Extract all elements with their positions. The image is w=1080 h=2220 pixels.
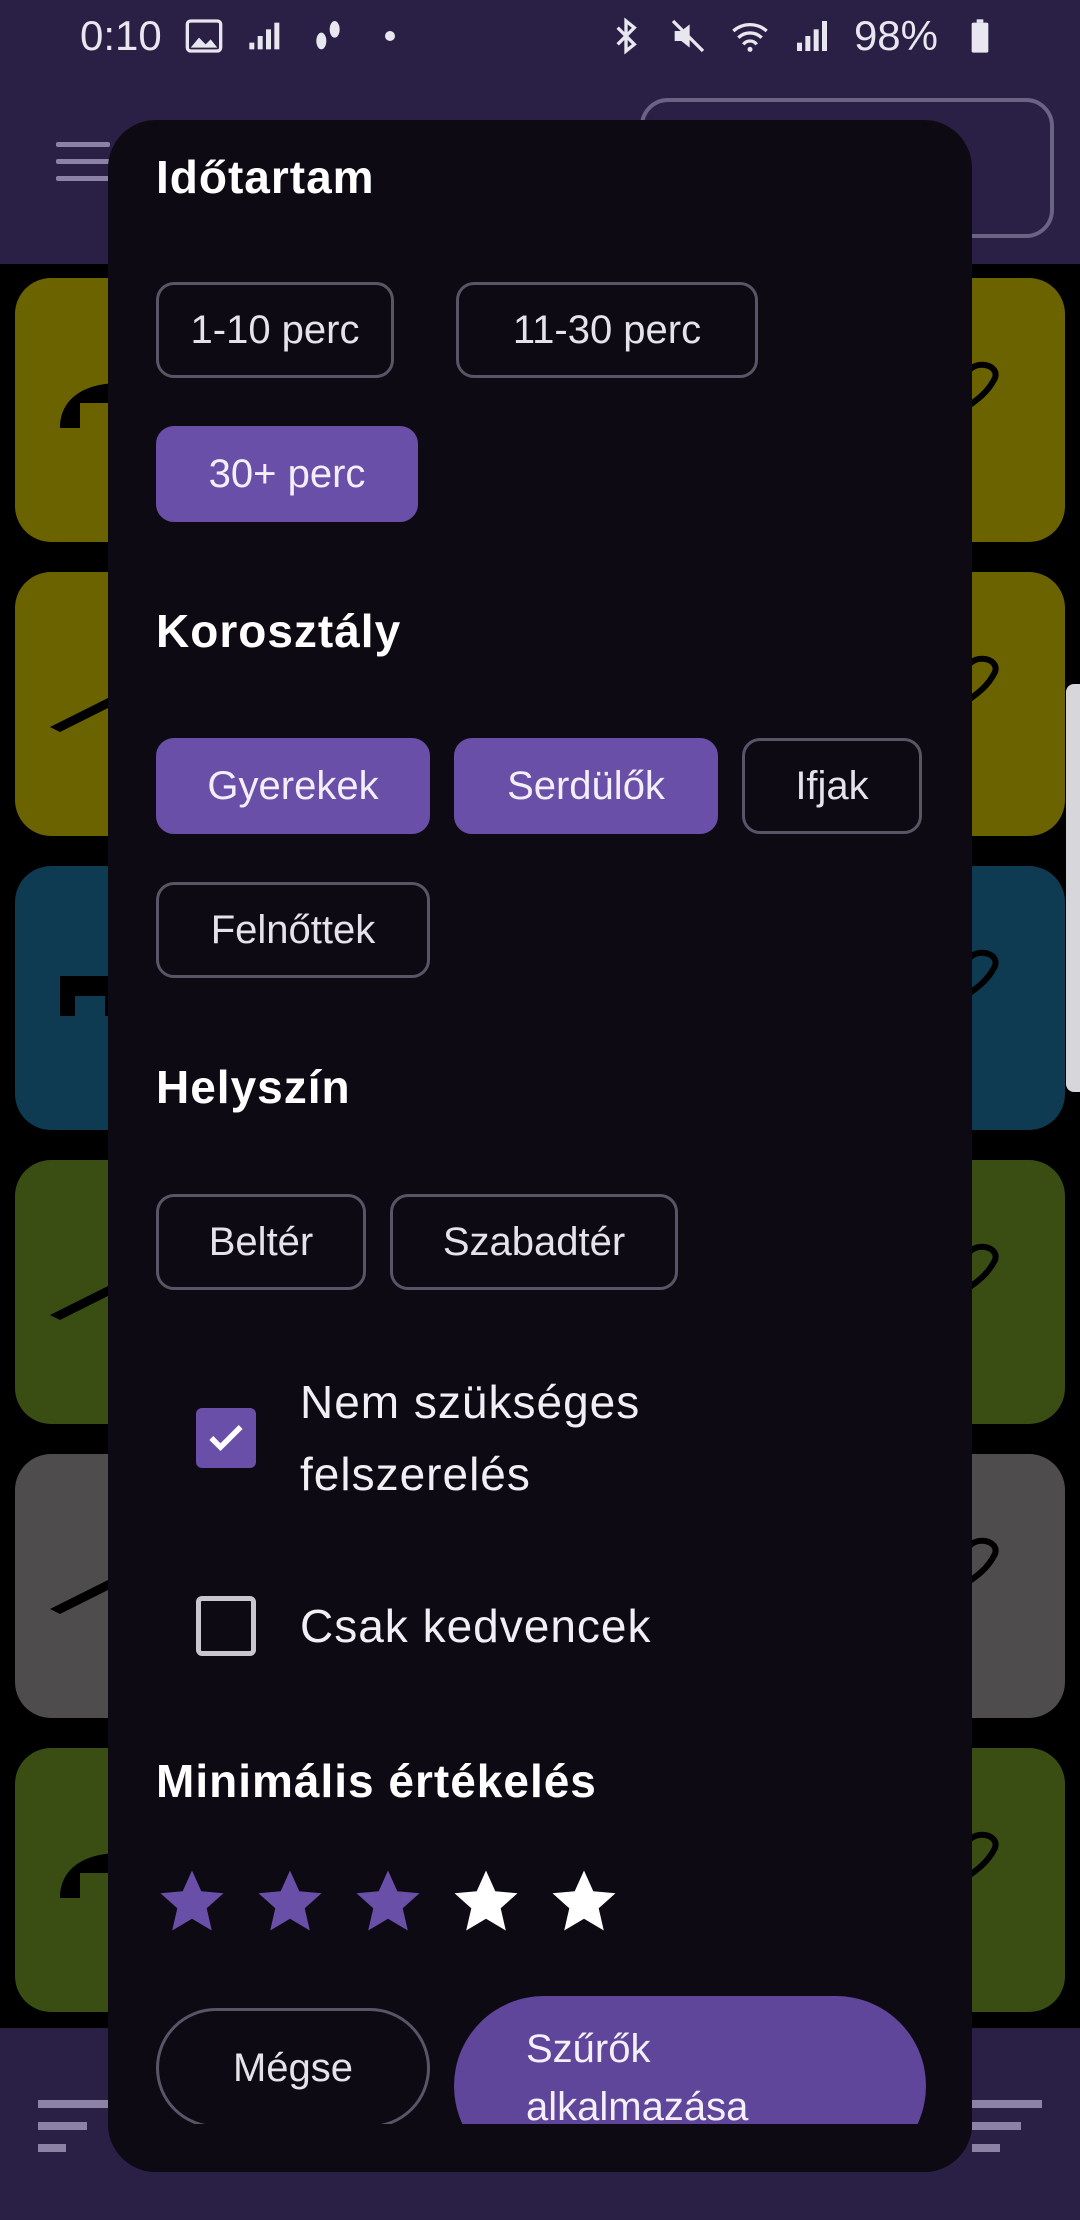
favorites-only-label: Csak kedvencek: [300, 1600, 652, 1652]
chip-age-teens[interactable]: Serdülők: [454, 738, 718, 834]
status-bar: 0:10 98%: [0, 0, 1080, 72]
bluetooth-icon: [616, 17, 637, 55]
status-left: 0:10: [80, 12, 410, 60]
chip-age-children[interactable]: Gyerekek: [156, 738, 430, 834]
star-icon[interactable]: [450, 1866, 522, 1938]
battery-icon: [971, 19, 989, 53]
star-icon[interactable]: [254, 1866, 326, 1938]
rating-heading: Minimális értékelés: [156, 1755, 597, 1807]
no-equipment-checkbox[interactable]: [196, 1408, 256, 1468]
dialog-bottom-edge: [108, 2124, 972, 2172]
star-icon[interactable]: [352, 1866, 424, 1938]
status-right: 98%: [606, 12, 1000, 60]
duration-heading: Időtartam: [156, 151, 375, 203]
chip-duration-1-10[interactable]: 1-10 perc: [156, 282, 394, 378]
battery-text: 98%: [853, 12, 938, 59]
wifi-icon: [732, 23, 768, 52]
status-time: 0:10: [80, 12, 162, 59]
scrollbar-handle[interactable]: [1066, 684, 1080, 1092]
equalizer-icon: [249, 22, 280, 50]
sort-icon[interactable]: [38, 2100, 108, 2166]
favorites-only-checkbox[interactable]: [196, 1596, 256, 1656]
chip-age-youth[interactable]: Ifjak: [742, 738, 922, 834]
dot-icon: [384, 31, 395, 41]
menu-icon[interactable]: [56, 142, 110, 186]
no-equipment-label: Nem szükséges felszerelés: [300, 1376, 641, 1500]
chip-age-adults[interactable]: Felnőttek: [156, 882, 430, 978]
signal-icon: [796, 21, 827, 51]
favorites-only-option[interactable]: Csak kedvencek: [196, 1590, 652, 1662]
star-icon[interactable]: [548, 1866, 620, 1938]
apply-filters-button[interactable]: Szűrők alkalmazása: [454, 1996, 926, 2124]
check-icon: [209, 1425, 243, 1452]
cancel-button[interactable]: Mégse: [156, 2008, 430, 2124]
image-icon: [185, 19, 223, 53]
filter-icon[interactable]: [972, 2100, 1042, 2166]
chip-location-outdoor[interactable]: Szabadtér: [390, 1194, 678, 1290]
rating-stars: [156, 1866, 620, 1938]
filter-dialog-content[interactable]: Időtartam 1-10 perc 11-30 perc 30+ perc …: [108, 120, 972, 2124]
mute-icon: [671, 19, 705, 53]
location-heading: Helyszín: [156, 1061, 351, 1113]
filter-dialog: Időtartam 1-10 perc 11-30 perc 30+ perc …: [108, 120, 972, 2172]
chip-duration-30-plus[interactable]: 30+ perc: [156, 426, 418, 522]
star-icon[interactable]: [156, 1866, 228, 1938]
no-equipment-option[interactable]: Nem szükséges felszerelés: [196, 1366, 640, 1510]
chip-duration-11-30[interactable]: 11-30 perc: [456, 282, 758, 378]
age-group-heading: Korosztály: [156, 605, 402, 657]
chip-location-indoor[interactable]: Beltér: [156, 1194, 366, 1290]
footsteps-icon: [316, 21, 340, 50]
